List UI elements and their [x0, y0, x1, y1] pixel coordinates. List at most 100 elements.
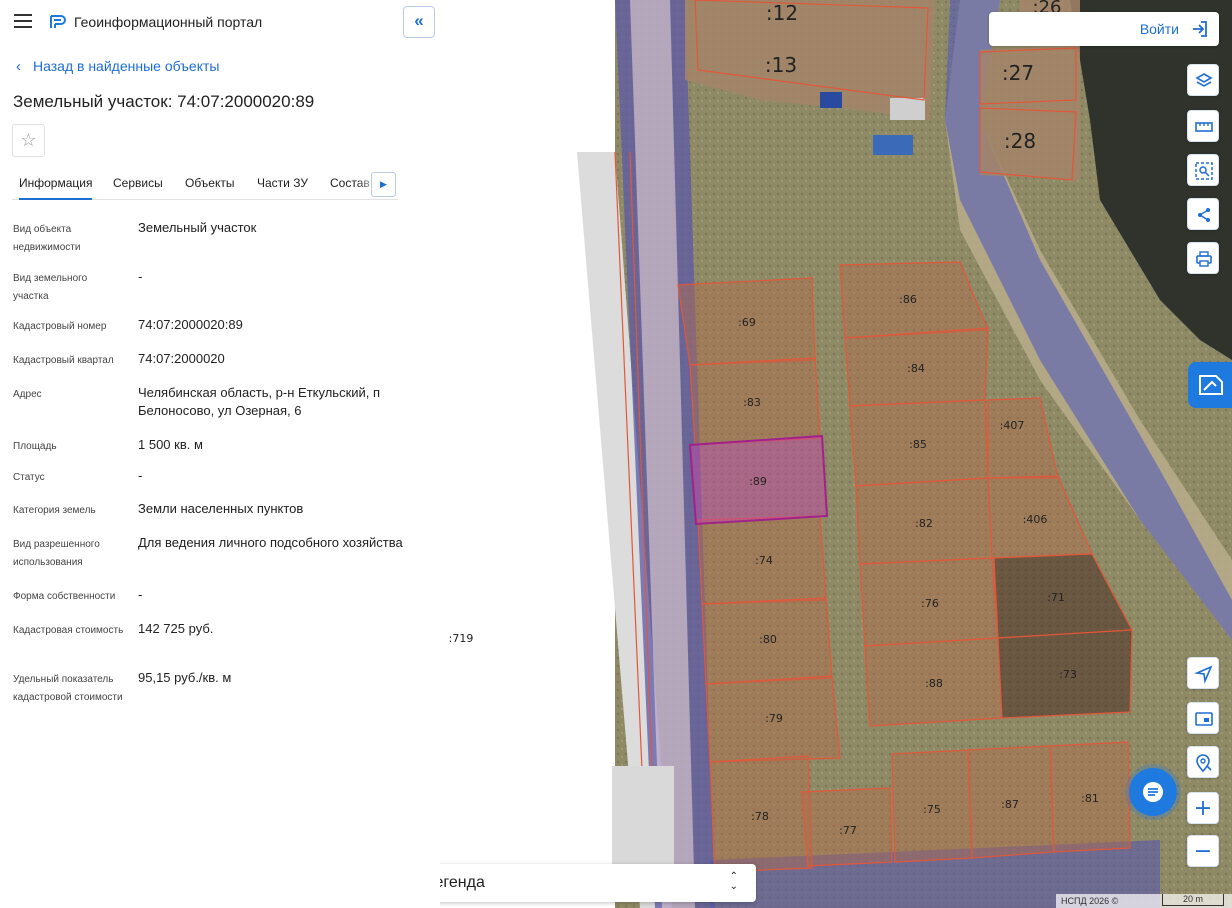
plot-label: :12 [766, 1, 798, 25]
zoom-out-button[interactable]: − [1187, 835, 1219, 867]
plot-label: :74 [755, 554, 773, 567]
plot-label: :83 [743, 396, 761, 409]
plot-label: :407 [1000, 419, 1025, 432]
map-attribution: НСПД 2026 © 20 m [1056, 894, 1232, 908]
info-panel: Геоинформационный портал « ‹ Назад в найд… [0, 0, 440, 908]
plot-label: :69 [738, 316, 756, 329]
property-value: - [138, 587, 143, 602]
plot-label: :27 [1002, 61, 1034, 85]
plot-label: :88 [925, 677, 943, 690]
property-value: Земельный участок [138, 220, 257, 235]
property-row: Вид земельного участка - [13, 268, 423, 308]
plot-label: :81 [1081, 792, 1099, 805]
search-location-icon [1196, 754, 1212, 773]
property-value: Земли населенных пунктов [138, 501, 304, 516]
login-button[interactable]: Войти [989, 12, 1219, 46]
map-view[interactable]: :12 :13 :26 :27 :28 :69 :83 :89 :74 :80 … [440, 0, 1232, 908]
property-label: Статус [13, 472, 45, 483]
login-label: Войти [1139, 21, 1179, 37]
building [890, 98, 925, 120]
plot-label: :79 [765, 712, 783, 725]
tabs-next-icon[interactable]: ▶ [371, 172, 396, 197]
property-label: Кадастровая стоимость [13, 625, 124, 636]
tab-objects[interactable]: Объекты [185, 176, 235, 190]
share-button[interactable] [1187, 198, 1219, 230]
building [873, 135, 913, 155]
plot-label: :80 [759, 633, 777, 646]
plot-label: :86 [899, 293, 917, 306]
property-label: Вид земельного участка [13, 273, 88, 302]
plot-label: :75 [923, 803, 941, 816]
property-value: 1 500 кв. м [138, 437, 203, 452]
object-title: Земельный участок: 74:07:2000020:89 [13, 92, 315, 111]
search-location-button[interactable] [1187, 746, 1219, 778]
plot-label: :28 [1004, 129, 1036, 153]
property-label: Площадь [13, 441, 57, 452]
property-value: 142 725 руб. [138, 621, 214, 636]
login-icon [1193, 21, 1207, 37]
ruler-button[interactable] [1187, 110, 1219, 142]
print-button[interactable] [1187, 242, 1219, 274]
tab-information[interactable]: Информация [19, 176, 93, 200]
legend-panel[interactable]: Легенда ⌃ ⌄ [410, 864, 756, 902]
property-label: Кадастровый квартал [13, 355, 114, 366]
feedback-icon [1199, 375, 1223, 395]
portal-logo-icon [50, 15, 66, 28]
back-link-label: Назад в найденные объекты [33, 58, 220, 74]
plot-label: :71 [1047, 591, 1065, 604]
chat-button[interactable] [1129, 768, 1177, 816]
property-label: Адрес [13, 389, 42, 400]
plot-label: :82 [915, 517, 933, 530]
property-row: Кадастровый номер 74:07:2000020:89 [13, 316, 423, 336]
back-link[interactable]: ‹ Назад в найденные объекты [16, 58, 219, 75]
select-area-button[interactable] [1187, 154, 1219, 186]
app-title: Геоинформационный портал [74, 14, 263, 30]
property-value: - [138, 269, 143, 284]
property-value: 95,15 руб./кв. м [138, 670, 232, 685]
plot-label: :406 [1023, 513, 1048, 526]
property-row: Статус - [13, 467, 423, 487]
layers-button[interactable] [1187, 64, 1219, 96]
select-area-icon [1195, 162, 1213, 180]
feedback-tab[interactable] [1188, 362, 1232, 408]
attribution-text: НСПД 2026 © [1061, 896, 1119, 906]
property-label: Удельный показатель кадастровой стоимост… [13, 674, 123, 703]
road-gray-block [612, 766, 674, 866]
plot-label: :89 [749, 475, 767, 488]
layers-icon [1195, 73, 1213, 87]
expand-icon: ⌃ ⌄ [729, 871, 738, 892]
tab-services[interactable]: Сервисы [113, 176, 163, 190]
property-row: Форма собственности - [13, 586, 423, 606]
geolocate-icon [1194, 665, 1213, 684]
property-value: Челябинская область, р-н Еткульский, п Б… [138, 385, 381, 418]
property-label: Категория земель [13, 505, 96, 516]
minimap-icon [1195, 712, 1213, 726]
property-row: Кадастровая стоимость 142 725 руб. [13, 620, 423, 660]
road-area [440, 0, 615, 908]
tab-parts[interactable]: Части ЗУ [257, 176, 308, 190]
collapse-panel-button[interactable]: « [403, 6, 435, 38]
zoom-in-button[interactable]: + [1187, 792, 1219, 824]
plot-label: :84 [907, 362, 925, 375]
favorite-star-icon[interactable]: ☆ [12, 124, 45, 157]
chevron-left-icon: ‹ [16, 58, 21, 75]
property-value: - [138, 468, 143, 483]
plot-label: :77 [839, 824, 857, 837]
minimap-button[interactable] [1187, 702, 1219, 734]
zoom-out-icon: − [1193, 839, 1213, 864]
property-row: Адрес Челябинская область, р-н Еткульски… [13, 384, 423, 424]
property-row: Вид объекта недвижимости Земельный участ… [13, 219, 423, 259]
property-row: Площадь 1 500 кв. м [13, 436, 423, 456]
property-row: Вид разрешенного использования Для веден… [13, 534, 423, 574]
plot-label: :719 [449, 632, 474, 645]
map-canvas[interactable]: :12 :13 :26 :27 :28 :69 :83 :89 :74 :80 … [440, 0, 1232, 908]
property-label: Вид объекта недвижимости [13, 224, 81, 253]
menu-icon[interactable] [14, 14, 32, 28]
plot-label: :85 [909, 438, 927, 451]
property-value: Для ведения личного подсобного хозяйства [138, 535, 403, 550]
property-value: 74:07:2000020 [138, 351, 225, 366]
plot-label: :78 [751, 810, 769, 823]
property-row: Категория земель Земли населенных пункто… [13, 500, 423, 520]
building [820, 92, 842, 108]
geolocate-button[interactable] [1187, 657, 1219, 689]
